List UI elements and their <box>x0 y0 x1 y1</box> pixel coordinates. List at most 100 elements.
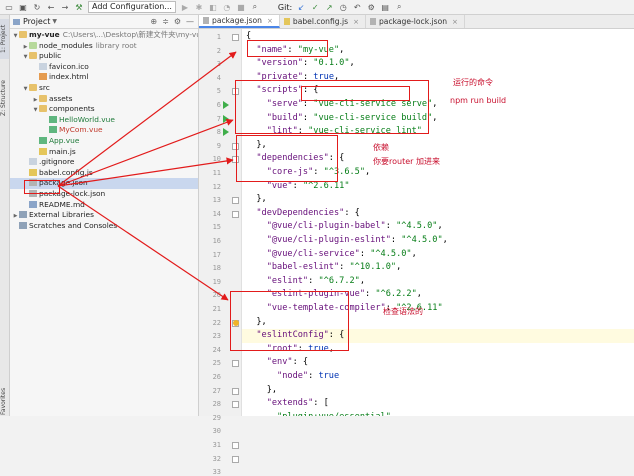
tree-item[interactable]: favicon.ico <box>10 62 198 73</box>
fold-icon[interactable] <box>232 88 239 96</box>
git-commit-icon[interactable]: ✓ <box>310 2 320 12</box>
code-line[interactable]: "name": "my-vue", <box>242 44 634 58</box>
fold-icon[interactable] <box>232 442 239 449</box>
code-line[interactable]: }, <box>242 384 634 398</box>
tab-structure[interactable]: Z: Structure <box>0 75 9 121</box>
code-line[interactable]: "devDependencies": { <box>242 207 634 221</box>
code-line[interactable]: }, <box>242 316 634 330</box>
code-line[interactable]: "plugin:vue/essential", <box>242 411 634 416</box>
run-script-icon[interactable] <box>223 128 229 137</box>
run-icon[interactable]: ▶ <box>180 2 190 12</box>
code-line[interactable]: "root": true, <box>242 343 634 357</box>
tree-item[interactable]: ▶ External Libraries <box>10 210 198 221</box>
search-everywhere-icon[interactable]: ⌕ <box>250 2 260 12</box>
tree-item[interactable]: App.vue <box>10 136 198 147</box>
code-line[interactable]: "build": "vue-cli-service build", <box>242 112 634 126</box>
coverage-icon[interactable]: ◧ <box>208 2 218 12</box>
tree-item[interactable]: babel.config.js <box>10 168 198 179</box>
fold-icon[interactable] <box>232 142 239 150</box>
code-line[interactable]: "vue-template-compiler": "^2.6.11" <box>242 302 634 316</box>
close-icon[interactable]: × <box>353 18 359 26</box>
profile-icon[interactable]: ◔ <box>222 2 232 12</box>
code-line[interactable]: "scripts": { <box>242 84 634 98</box>
fold-icon[interactable] <box>232 210 239 218</box>
code-line[interactable]: "node": true <box>242 370 634 384</box>
folder-icon <box>29 41 37 49</box>
tree-item[interactable]: ▼ src <box>10 83 198 94</box>
close-icon[interactable]: × <box>267 17 273 25</box>
dropdown-icon[interactable]: ▼ <box>52 18 57 25</box>
tree-item[interactable]: package.json <box>10 178 198 189</box>
locate-icon[interactable]: ⊕ <box>150 17 157 26</box>
folder-icon[interactable]: ▭ <box>4 2 14 12</box>
run-script-icon[interactable] <box>223 114 229 123</box>
structure-icon[interactable]: ▤ <box>380 2 390 12</box>
code-line[interactable]: "lint": "vue-cli-service lint" <box>242 125 634 139</box>
code-line[interactable]: "version": "0.1.0", <box>242 57 634 71</box>
tree-item[interactable]: MyCom.vue <box>10 125 198 136</box>
hammer-icon[interactable]: ⚒ <box>74 2 84 12</box>
gear-icon[interactable]: ⚙ <box>174 17 181 26</box>
tree-item[interactable]: main.js <box>10 147 198 158</box>
code-line[interactable]: "babel-eslint": "^10.1.0", <box>242 261 634 275</box>
code-line[interactable]: "extends": [ <box>242 397 634 411</box>
tree-item[interactable]: ▶ node_modules library root <box>10 41 198 52</box>
editor-tab[interactable]: babel.config.js × <box>280 15 366 28</box>
add-configuration-button[interactable]: Add Configuration... <box>88 1 176 13</box>
fold-icon[interactable] <box>232 360 239 368</box>
editor-tab[interactable]: package.json × <box>199 15 280 28</box>
fold-icon[interactable] <box>232 401 239 409</box>
forward-icon[interactable]: → <box>60 2 70 12</box>
tree-item[interactable]: README.md <box>10 200 198 211</box>
code-line[interactable]: "@vue/cli-service": "^4.5.0", <box>242 248 634 262</box>
code-line[interactable]: "serve": "vue-cli-service serve", <box>242 98 634 112</box>
code-line[interactable]: "vue": "^2.6.11" <box>242 180 634 194</box>
fold-icon[interactable] <box>232 156 239 164</box>
tree-item[interactable]: ▼ components <box>10 104 198 115</box>
fold-icon[interactable] <box>232 197 239 205</box>
tree-item[interactable]: package-lock.json <box>10 189 198 200</box>
editor-tab[interactable]: package-lock.json × <box>366 15 465 28</box>
lightbulb-icon[interactable] <box>233 319 239 326</box>
code-editor[interactable]: { "name": "my-vue", "version": "0.1.0", … <box>242 29 634 416</box>
code-line[interactable]: "env": { <box>242 356 634 370</box>
settings-icon[interactable]: ⚙ <box>366 2 376 12</box>
tab-favorites[interactable]: Favorites <box>0 387 9 415</box>
code-line[interactable]: "eslint": "^6.7.2", <box>242 275 634 289</box>
hide-icon[interactable]: — <box>186 17 194 26</box>
back-icon[interactable]: ← <box>46 2 56 12</box>
code-line[interactable]: "eslint-plugin-vue": "^6.2.2", <box>242 288 634 302</box>
stop-icon[interactable]: ■ <box>236 2 246 12</box>
debug-icon[interactable]: ✱ <box>194 2 204 12</box>
fold-icon[interactable] <box>232 455 239 463</box>
code-line[interactable]: }, <box>242 193 634 207</box>
fold-icon[interactable] <box>232 34 239 41</box>
collapse-icon[interactable]: ≑ <box>162 17 169 26</box>
close-icon[interactable]: × <box>452 18 458 26</box>
tab-project[interactable]: 1: Project <box>0 19 9 59</box>
code-line[interactable]: "private": true, <box>242 71 634 85</box>
git-rollback-icon[interactable]: ↶ <box>352 2 362 12</box>
refresh-icon[interactable]: ↻ <box>32 2 42 12</box>
tree-item[interactable]: ▶ assets <box>10 94 198 105</box>
tree-item[interactable]: .gitignore <box>10 157 198 168</box>
git-update-icon[interactable]: ↙ <box>296 2 306 12</box>
tree-item[interactable]: index.html <box>10 72 198 83</box>
git-push-icon[interactable]: ↗ <box>324 2 334 12</box>
code-line[interactable]: "eslintConfig": { <box>242 329 634 343</box>
project-panel-title[interactable]: Project <box>23 17 50 26</box>
code-line[interactable]: "@vue/cli-plugin-eslint": "^4.5.0", <box>242 234 634 248</box>
tree-item[interactable]: ▼ public <box>10 51 198 62</box>
run-script-icon[interactable] <box>223 101 229 109</box>
fold-icon[interactable] <box>232 387 239 395</box>
code-line[interactable]: { <box>242 30 634 44</box>
code-line[interactable]: "core-js": "^3.6.5", <box>242 166 634 180</box>
tree-item[interactable]: Scratches and Consoles <box>10 221 198 232</box>
git-history-icon[interactable]: ◷ <box>338 2 348 12</box>
save-icon[interactable]: ▣ <box>18 2 28 12</box>
tree-root[interactable]: ▼ my-vue C:\Users\...\Desktop\新建文件夹\my-vue <box>10 30 198 41</box>
search-icon[interactable]: ⌕ <box>394 2 404 12</box>
code-line[interactable]: "@vue/cli-plugin-babel": "^4.5.0", <box>242 220 634 234</box>
code-line[interactable]: }, <box>242 139 634 153</box>
tree-item[interactable]: HelloWorld.vue <box>10 115 198 126</box>
